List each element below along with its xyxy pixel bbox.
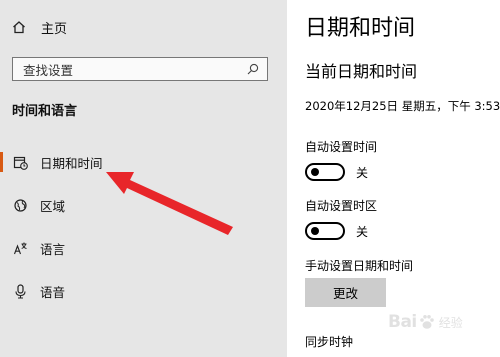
sync-clock-label: 同步时钟 — [305, 335, 354, 349]
home-icon — [13, 21, 25, 34]
selected-indicator — [0, 152, 3, 172]
auto-set-time-label: 自动设置时间 — [305, 140, 378, 154]
baidu-paw-icon — [419, 315, 434, 329]
sidebar-item-language[interactable]: 语言 — [0, 235, 287, 261]
sidebar-item-label: 区域 — [40, 198, 66, 214]
main-content: 日期和时间 当前日期和时间 2020年12月25日 星期五，下午 3:53 自动… — [287, 0, 500, 357]
search-placeholder: 查找设置 — [23, 62, 74, 78]
manual-set-datetime-label: 手动设置日期和时间 — [305, 259, 414, 273]
auto-set-time-toggle[interactable] — [305, 163, 345, 181]
toggle-knob — [311, 168, 319, 176]
section-title: 时间和语言 — [12, 104, 78, 119]
sidebar-item-speech[interactable]: 语音 — [0, 278, 287, 304]
sidebar-item-label: 日期和时间 — [40, 155, 103, 171]
auto-set-timezone-state: 关 — [356, 225, 369, 239]
home-nav-item[interactable]: 主页 — [12, 17, 67, 37]
change-button[interactable]: 更改 — [305, 278, 386, 307]
sidebar-item-date-time[interactable]: 日期和时间 — [0, 149, 287, 175]
region-globe-icon — [13, 198, 28, 213]
toggle-knob — [311, 227, 319, 235]
sidebar-item-region[interactable]: 区域 — [0, 192, 287, 218]
search-icon — [247, 63, 259, 75]
auto-set-time-state: 关 — [356, 166, 369, 180]
sidebar-item-label: 语言 — [40, 241, 66, 257]
watermark-text: Bai — [388, 312, 417, 332]
sidebar-item-label: 语音 — [40, 284, 66, 300]
baidu-watermark: Bai 经验 — [388, 312, 463, 332]
home-label: 主页 — [41, 21, 68, 37]
current-date-time-heading: 当前日期和时间 — [305, 62, 418, 81]
auto-set-timezone-toggle[interactable] — [305, 222, 345, 240]
page-title: 日期和时间 — [305, 16, 416, 41]
watermark-suffix: 经验 — [438, 315, 463, 330]
current-datetime-value: 2020年12月25日 星期五，下午 3:53 — [305, 99, 500, 113]
language-icon — [13, 241, 28, 256]
settings-sidebar: 主页 查找设置 时间和语言 日期和时间 区域 语言 语音 — [0, 0, 287, 357]
auto-set-timezone-label: 自动设置时区 — [305, 199, 378, 213]
microphone-icon — [13, 283, 28, 299]
date-time-icon — [13, 155, 28, 170]
search-settings-input[interactable]: 查找设置 — [12, 57, 268, 81]
